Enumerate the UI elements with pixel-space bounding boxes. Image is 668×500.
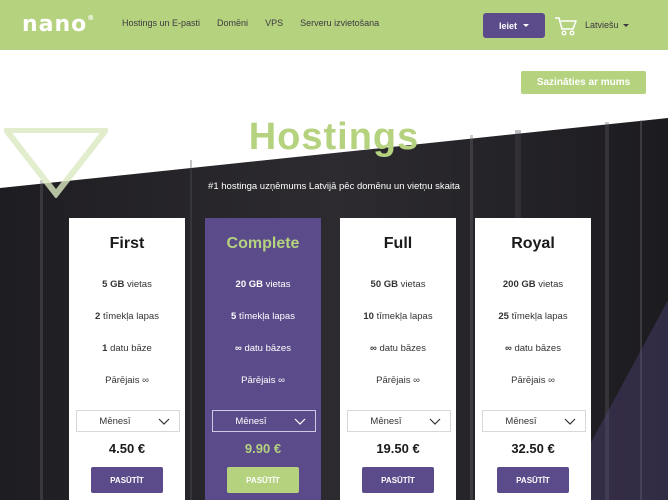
- plan-databases: ∞ datu bāzes: [370, 343, 426, 354]
- contact-button[interactable]: Sazināties ar mums: [521, 71, 646, 94]
- plan-price: 32.50 €: [511, 441, 555, 456]
- plan-name: Royal: [511, 235, 555, 252]
- order-button[interactable]: PASŪTĪT: [227, 467, 299, 493]
- plan-card-full: Full 50 GB vietas 10 tīmekļa lapas ∞ dat…: [340, 218, 456, 500]
- chevron-down-icon: [523, 24, 529, 27]
- logo[interactable]: nano®: [22, 12, 95, 37]
- plan-sites: 25 tīmekļa lapas: [498, 311, 568, 322]
- plan-sites: 10 tīmekļa lapas: [363, 311, 433, 322]
- billing-period-select[interactable]: Mēnesī: [212, 410, 316, 432]
- plan-databases: 1 datu bāze: [102, 343, 152, 354]
- cart-icon[interactable]: [554, 15, 578, 37]
- language-label: Latviešu: [585, 20, 619, 30]
- plan-price: 4.50 €: [108, 441, 146, 456]
- login-label: Ieiet: [498, 20, 517, 31]
- plan-sites: 2 tīmekļa lapas: [95, 311, 159, 322]
- page-subtitle: #1 hostinga uzņēmums Latvijā pēc domēnu …: [208, 181, 460, 192]
- chevron-down-icon: [622, 23, 629, 27]
- page-title: Hostings: [248, 116, 420, 158]
- nav-hostings[interactable]: Hostings un E-pasti: [122, 18, 200, 28]
- plan-card-complete: Complete 20 GB vietas 5 tīmekļa lapas ∞ …: [205, 218, 321, 500]
- nav-colocation[interactable]: Serveru izvietošana: [300, 18, 379, 28]
- plan-traffic: Pārējais ∞: [105, 375, 149, 386]
- plan-name: First: [109, 235, 145, 252]
- main-nav: Hostings un E-pasti Domēni VPS Serveru i…: [122, 18, 396, 28]
- nav-vps[interactable]: VPS: [265, 18, 283, 28]
- nav-domains[interactable]: Domēni: [217, 18, 248, 28]
- plan-price: 19.50 €: [376, 441, 420, 456]
- plan-traffic: Pārējais ∞: [511, 375, 555, 386]
- language-selector[interactable]: Latviešu: [585, 20, 629, 30]
- registered-mark: ®: [87, 14, 96, 22]
- order-button[interactable]: PASŪTĪT: [362, 467, 434, 493]
- chevron-down-icon: [429, 418, 441, 425]
- plan-card-first: First 5 GB vietas 2 tīmekļa lapas 1 datu…: [69, 218, 185, 500]
- billing-period-select[interactable]: Mēnesī: [347, 410, 451, 432]
- chevron-down-icon: [564, 418, 576, 425]
- plan-price: 9.90 €: [244, 441, 282, 456]
- chevron-down-icon: [294, 418, 306, 425]
- plan-card-royal: Royal 200 GB vietas 25 tīmekļa lapas ∞ d…: [475, 218, 591, 500]
- plan-databases: ∞ datu bāzes: [505, 343, 561, 354]
- plan-databases: ∞ datu bāzes: [235, 343, 291, 354]
- plan-sites: 5 tīmekļa lapas: [231, 311, 295, 322]
- order-button[interactable]: PASŪTĪT: [91, 467, 163, 493]
- top-header: nano® Hostings un E-pasti Domēni VPS Ser…: [0, 0, 668, 50]
- billing-period-select[interactable]: Mēnesī: [482, 410, 586, 432]
- plan-traffic: Pārējais ∞: [241, 375, 285, 386]
- plan-storage: 200 GB vietas: [502, 279, 564, 290]
- plan-name: Full: [383, 235, 413, 252]
- plan-storage: 50 GB vietas: [370, 279, 426, 290]
- plan-traffic: Pārējais ∞: [376, 375, 420, 386]
- plan-name: Complete: [226, 235, 300, 252]
- plan-storage: 5 GB vietas: [102, 279, 152, 290]
- login-button[interactable]: Ieiet: [483, 13, 545, 38]
- plan-storage: 20 GB vietas: [235, 279, 291, 290]
- chevron-down-icon: [158, 418, 170, 425]
- billing-period-select[interactable]: Mēnesī: [76, 410, 180, 432]
- order-button[interactable]: PASŪTĪT: [497, 467, 569, 493]
